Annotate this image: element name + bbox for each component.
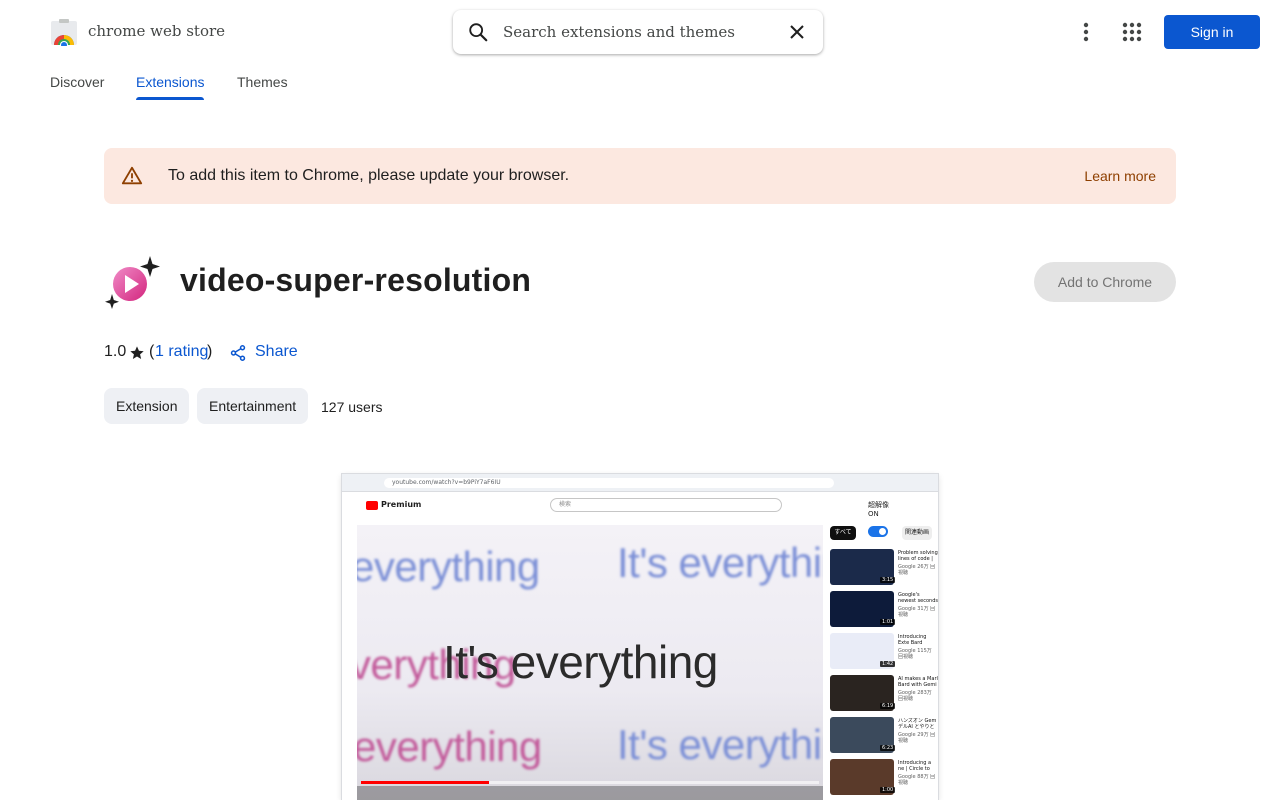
preview-url: youtube.com/watch?v=b9PiY7aF6IU bbox=[384, 478, 834, 488]
add-to-chrome-button[interactable]: Add to Chrome bbox=[1034, 262, 1176, 302]
video-controls bbox=[357, 786, 823, 800]
related-video: 3:15 Problem solving lines of code | G G… bbox=[830, 549, 938, 587]
chrome-web-store-logo-icon[interactable] bbox=[50, 18, 78, 49]
related-video: 1:00 Introducing a ne | Circle to Searc … bbox=[830, 759, 938, 797]
video-progress-bar bbox=[361, 781, 819, 784]
learn-more-link[interactable]: Learn more bbox=[1084, 168, 1156, 184]
tab-discover[interactable]: Discover bbox=[50, 74, 104, 90]
banner-message: To add this item to Chrome, please updat… bbox=[168, 167, 570, 184]
search-icon[interactable] bbox=[467, 21, 489, 43]
video-text: It's everything bbox=[617, 721, 823, 768]
youtube-brand: Premium bbox=[381, 500, 422, 509]
rating-paren-open: ( bbox=[149, 343, 155, 360]
video-text: everything bbox=[357, 723, 542, 770]
popup-toggle bbox=[868, 526, 888, 537]
warning-icon bbox=[121, 165, 143, 187]
preview-browser-toolbar: youtube.com/watch?v=b9PiY7aF6IU bbox=[342, 474, 938, 492]
related-video: 6:23 ハンズオン Gem デルAI とやりと Google 29万 回視聴 bbox=[830, 717, 938, 755]
rating-value: 1.0 bbox=[104, 343, 127, 360]
chip-all: すべて bbox=[830, 526, 856, 540]
share-label: Share bbox=[255, 343, 298, 360]
extension-logo-icon bbox=[104, 254, 162, 310]
rating-count-link[interactable]: 1 rating bbox=[155, 343, 208, 361]
extension-title: video-super-resolution bbox=[180, 262, 532, 298]
sign-in-button[interactable]: Sign in bbox=[1164, 15, 1260, 49]
header: chrome web store Sign in bbox=[0, 0, 1280, 64]
related-video: 1:01 Google's newest seconds | Gemi Goog… bbox=[830, 591, 938, 629]
update-browser-banner: To add this item to Chrome, please updat… bbox=[104, 148, 1176, 204]
clear-search-icon[interactable] bbox=[787, 22, 807, 42]
tab-extensions[interactable]: Extensions bbox=[136, 74, 205, 100]
rating-paren-close: ) bbox=[207, 343, 213, 360]
popup-state: ON bbox=[868, 510, 879, 518]
youtube-search: 検索 bbox=[550, 498, 782, 512]
screenshot-preview[interactable]: youtube.com/watch?v=b9PiY7aF6IU Premium … bbox=[342, 474, 938, 800]
chip-entertainment[interactable]: Entertainment bbox=[197, 388, 309, 424]
related-video: 1:42 Introducing Exte Bard Google 115万 回… bbox=[830, 633, 938, 671]
video-main-text: It's everything bbox=[443, 636, 718, 688]
video-text: everything bbox=[357, 543, 540, 590]
brand-name[interactable]: chrome web store bbox=[88, 22, 225, 40]
search-input[interactable] bbox=[503, 20, 773, 44]
more-options-icon[interactable] bbox=[1072, 18, 1100, 46]
share-icon bbox=[229, 344, 247, 362]
chip-extension[interactable]: Extension bbox=[104, 388, 190, 424]
youtube-logo-icon bbox=[366, 501, 378, 510]
search-box[interactable] bbox=[453, 10, 823, 54]
tab-themes[interactable]: Themes bbox=[237, 74, 288, 90]
related-video: 6:19 AI makes a Marl Bard with Gemi Goog… bbox=[830, 675, 938, 713]
star-icon bbox=[129, 345, 145, 361]
video-text: It's everything bbox=[617, 539, 823, 586]
video-player: everything It's everything everything It… bbox=[357, 525, 823, 800]
popup-title: 超解像 bbox=[868, 501, 889, 509]
user-count: 127 users bbox=[321, 399, 383, 415]
google-apps-icon[interactable] bbox=[1118, 18, 1146, 46]
chip-related: 関連動画 bbox=[902, 526, 932, 540]
